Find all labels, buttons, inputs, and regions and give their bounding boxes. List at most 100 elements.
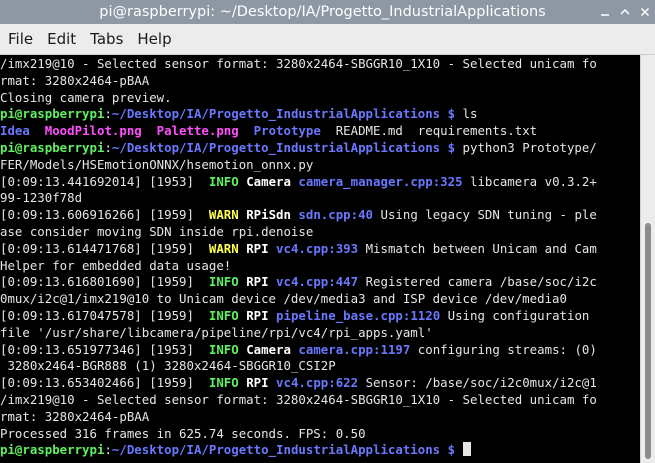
terminal-text-segment: 0mux/i2c@1/imx219@10 to Unicam device /d… bbox=[0, 291, 567, 307]
terminal-text-segment: camera_manager.cpp:325 bbox=[298, 173, 463, 189]
terminal-line: Closing camera preview. bbox=[0, 90, 640, 107]
terminal-line: [0:09:13.617047578] [1959] INFO RPI pipe… bbox=[0, 308, 640, 325]
terminal-text-segment: pipeline_base.cpp:1120 bbox=[276, 307, 441, 323]
window-controls bbox=[595, 0, 655, 24]
terminal-text-segment: /imx219@10 - Selected sensor format: 328… bbox=[0, 391, 597, 407]
menu-tabs[interactable]: Tabs bbox=[83, 24, 130, 55]
terminal-line: pi@raspberrypi:~/Desktop/IA/Progetto_Ind… bbox=[0, 106, 640, 123]
terminal-text-segment: ase consider moving SDN inside rpi.denoi… bbox=[0, 223, 314, 239]
terminal-line: rmat: 3280x2464-pBAA bbox=[0, 73, 640, 90]
terminal-text-segment: ~/Desktop/IA/Progetto_IndustrialApplicat… bbox=[111, 139, 456, 155]
terminal-text-segment: INFO bbox=[208, 341, 239, 357]
terminal-text-segment: pi@raspberrypi bbox=[0, 139, 105, 155]
close-icon[interactable] bbox=[635, 0, 655, 24]
terminal-text-segment: RPI bbox=[246, 240, 269, 256]
terminal-text-segment: pi@raspberrypi bbox=[0, 106, 105, 122]
terminal-line: ase consider moving SDN inside rpi.denoi… bbox=[0, 224, 640, 241]
terminal-text-segment: RPI bbox=[246, 307, 269, 323]
terminal-text-segment: sdn.cpp:40 bbox=[298, 207, 374, 223]
terminal-text-segment: : bbox=[104, 139, 112, 155]
terminal-text-segment: RPI bbox=[246, 274, 269, 290]
terminal-text-segment: vc4.cpp:447 bbox=[276, 274, 359, 290]
menu-file[interactable]: File bbox=[1, 24, 40, 55]
terminal-text-segment: Helper for embedded data usage! bbox=[0, 257, 232, 273]
terminal-text-segment: INFO bbox=[208, 274, 239, 290]
terminal-text-segment: README.md requirements.txt bbox=[320, 123, 538, 139]
terminal-line: rmat: 3280x2464-pBAA bbox=[0, 409, 640, 426]
terminal-text-segment: 99-1230f78d bbox=[0, 190, 83, 206]
terminal-text-segment: WARN bbox=[208, 240, 239, 256]
terminal-line: [0:09:13.651977346] [1953] INFO Camera c… bbox=[0, 342, 640, 359]
terminal-text-segment: Processed 316 frames in 625.74 seconds. … bbox=[0, 425, 366, 441]
terminal-text-segment: [0:09:13.617047578] [1959] bbox=[0, 307, 209, 323]
terminal-scrollbar[interactable] bbox=[640, 55, 655, 463]
terminal-text-segment: rmat: 3280x2464-pBAA bbox=[0, 408, 150, 424]
terminal-text-segment: INFO bbox=[208, 307, 239, 323]
terminal-text-segment: RPI bbox=[246, 375, 269, 391]
scrollbar-thumb[interactable] bbox=[645, 223, 651, 459]
terminal-text-segment: [0:09:13.441692014] [1953] bbox=[0, 173, 209, 189]
terminal-text-segment: Sensor: /base/soc/i2c0mux/i2c@1 bbox=[358, 375, 597, 391]
terminal-text-segment: /imx219@10 - Selected sensor format: 328… bbox=[0, 56, 597, 71]
terminal-line: /imx219@10 - Selected sensor format: 328… bbox=[0, 56, 640, 73]
terminal-line: file '/usr/share/libcamera/pipeline/rpi/… bbox=[0, 325, 640, 342]
terminal-text-segment: MoodPilot.png bbox=[44, 123, 142, 139]
terminal-line: [0:09:13.653402466] [1959] INFO RPI vc4.… bbox=[0, 375, 640, 392]
terminal-line: [0:09:13.606916266] [1959] WARN RPiSdn s… bbox=[0, 207, 640, 224]
terminal-text-segment: Palette.png bbox=[156, 123, 239, 139]
terminal-text-segment: ~/Desktop/IA/Progetto_IndustrialApplicat… bbox=[111, 106, 456, 122]
minimize-icon[interactable] bbox=[595, 0, 615, 24]
terminal-line: 0mux/i2c@1/imx219@10 to Unicam device /d… bbox=[0, 291, 640, 308]
menu-bar: File Edit Tabs Help bbox=[0, 24, 655, 55]
terminal-text-segment: [0:09:13.653402466] [1959] bbox=[0, 375, 209, 391]
terminal-line: Processed 316 frames in 625.74 seconds. … bbox=[0, 426, 640, 443]
terminal-output[interactable]: /imx219@10 - Selected sensor format: 328… bbox=[0, 55, 640, 463]
terminal-text-segment: Registered camera /base/soc/i2c bbox=[358, 274, 597, 290]
terminal-line: 3280x2464-BGR888 (1) 3280x2464-SBGGR10_C… bbox=[0, 358, 640, 375]
window-titlebar[interactable]: pi@raspberrypi: ~/Desktop/IA/Progetto_In… bbox=[0, 0, 655, 24]
terminal-text-segment: : bbox=[104, 442, 112, 458]
terminal-text-segment: vc4.cpp:622 bbox=[276, 375, 359, 391]
terminal-text-segment: [0:09:13.651977346] [1953] bbox=[0, 341, 209, 357]
terminal-text-segment: Using legacy SDN tuning - ple bbox=[373, 207, 597, 223]
terminal-text-segment: [0:09:13.606916266] [1959] bbox=[0, 207, 209, 223]
terminal-text-segment: file '/usr/share/libcamera/pipeline/rpi/… bbox=[0, 324, 433, 340]
terminal-text-segment: INFO bbox=[208, 375, 239, 391]
menu-help[interactable]: Help bbox=[130, 24, 178, 55]
terminal-line: Helper for embedded data usage! bbox=[0, 258, 640, 275]
terminal-text-segment: vc4.cpp:393 bbox=[276, 240, 359, 256]
menu-edit[interactable]: Edit bbox=[40, 24, 83, 55]
terminal-line: pi@raspberrypi:~/Desktop/IA/Progetto_Ind… bbox=[0, 140, 640, 157]
terminal-text-segment: Closing camera preview. bbox=[0, 89, 172, 105]
terminal-text-segment: ls bbox=[455, 106, 478, 122]
terminal-cursor bbox=[462, 442, 471, 457]
maximize-icon[interactable] bbox=[615, 0, 635, 24]
terminal-text-segment: rmat: 3280x2464-pBAA bbox=[0, 72, 150, 88]
terminal-text-segment: Camera bbox=[246, 173, 291, 189]
terminal-text-segment: configuring streams: (0) bbox=[410, 341, 597, 357]
terminal-line: pi@raspberrypi:~/Desktop/IA/Progetto_Ind… bbox=[0, 442, 640, 459]
terminal-line: [0:09:13.616801690] [1959] INFO RPI vc4.… bbox=[0, 274, 640, 291]
terminal-text-segment: libcamera v0.3.2+ bbox=[462, 173, 597, 189]
terminal-text-segment: Mismatch between Unicam and Cam bbox=[358, 240, 597, 256]
terminal-text-segment: Idea bbox=[0, 123, 30, 139]
terminal-text-segment: ~/Desktop/IA/Progetto_IndustrialApplicat… bbox=[111, 442, 456, 458]
terminal-line: /imx219@10 - Selected sensor format: 328… bbox=[0, 392, 640, 409]
terminal-text-segment: 3280x2464-BGR888 (1) 3280x2464-SBGGR10_C… bbox=[0, 358, 336, 374]
window-title: pi@raspberrypi: ~/Desktop/IA/Progetto_In… bbox=[99, 4, 546, 20]
terminal-text-segment: Prototype bbox=[253, 123, 321, 139]
terminal-text-segment: pi@raspberrypi bbox=[0, 442, 105, 458]
terminal-text-segment: : bbox=[104, 106, 112, 122]
terminal-text-segment: camera.cpp:1197 bbox=[298, 341, 411, 357]
terminal-line: Idea MoodPilot.png Palette.png Prototype… bbox=[0, 123, 640, 140]
terminal-text-segment: INFO bbox=[208, 173, 239, 189]
terminal-line: FER/Models/HSEmotionONNX/hsemotion_onnx.… bbox=[0, 157, 640, 174]
